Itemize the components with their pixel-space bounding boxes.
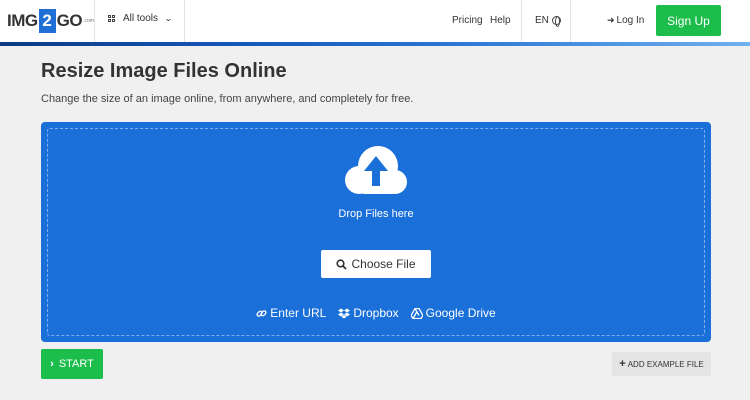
file-dropzone[interactable]: Drop Files here Choose File Enter URL Dr… [41,122,711,342]
chevron-right-icon: › [50,358,54,370]
dropbox-icon [338,308,351,318]
logo-suffix: .com [83,18,94,24]
header-divider [570,0,571,42]
search-icon [336,258,348,270]
enter-url-button[interactable]: Enter URL [256,306,326,320]
link-icon [256,309,267,317]
top-header: IMG 2 GO .com All tools ⌄ Pricing Help E… [0,0,750,42]
language-label: EN [535,15,549,26]
all-tools-label: All tools [123,13,159,24]
google-drive-icon [410,307,423,319]
file-sources: Enter URL Dropbox Google Drive [41,306,711,320]
google-drive-label: Google Drive [425,306,496,320]
choose-file-label: Choose File [351,257,416,271]
logo-text-left: IMG [7,11,38,30]
chevron-down-icon: ⌄ [164,14,173,23]
grid-icon [108,15,115,22]
enter-url-label: Enter URL [270,306,327,320]
pricing-link[interactable]: Pricing [452,15,483,26]
add-example-file-button[interactable]: + ADD EXAMPLE FILE [612,352,711,376]
logo-text-right: GO [56,11,83,30]
img2go-logo[interactable]: IMG 2 GO .com [7,8,94,34]
choose-file-button[interactable]: Choose File [321,250,431,278]
drop-files-text: Drop Files here [338,208,414,220]
all-tools-menu[interactable]: All tools ⌄ [108,13,173,24]
login-label: Log In [616,15,645,26]
header-divider [184,0,185,42]
start-label: START [58,358,94,370]
page-title: Resize Image Files Online [41,60,287,82]
logo-text-mid: 2 [38,9,56,33]
dropbox-button[interactable]: Dropbox [338,306,399,320]
dropbox-label: Dropbox [353,306,399,320]
google-drive-button[interactable]: Google Drive [410,306,496,320]
language-selector[interactable]: EN [535,15,561,27]
globe-icon [551,16,561,27]
plus-icon: + [619,358,626,370]
signup-button[interactable]: Sign Up [656,5,721,36]
help-link[interactable]: Help [490,15,511,26]
header-stripe [0,42,750,46]
login-link[interactable]: ➜ Log In [607,15,644,26]
page-subtitle: Change the size of an image online, from… [41,93,414,105]
sign-in-icon: ➜ [607,15,615,25]
cloud-upload-icon [345,146,407,194]
start-button[interactable]: › START [41,349,103,379]
header-divider [94,0,95,42]
add-example-file-label: ADD EXAMPLE FILE [627,359,704,369]
header-divider [521,0,522,42]
